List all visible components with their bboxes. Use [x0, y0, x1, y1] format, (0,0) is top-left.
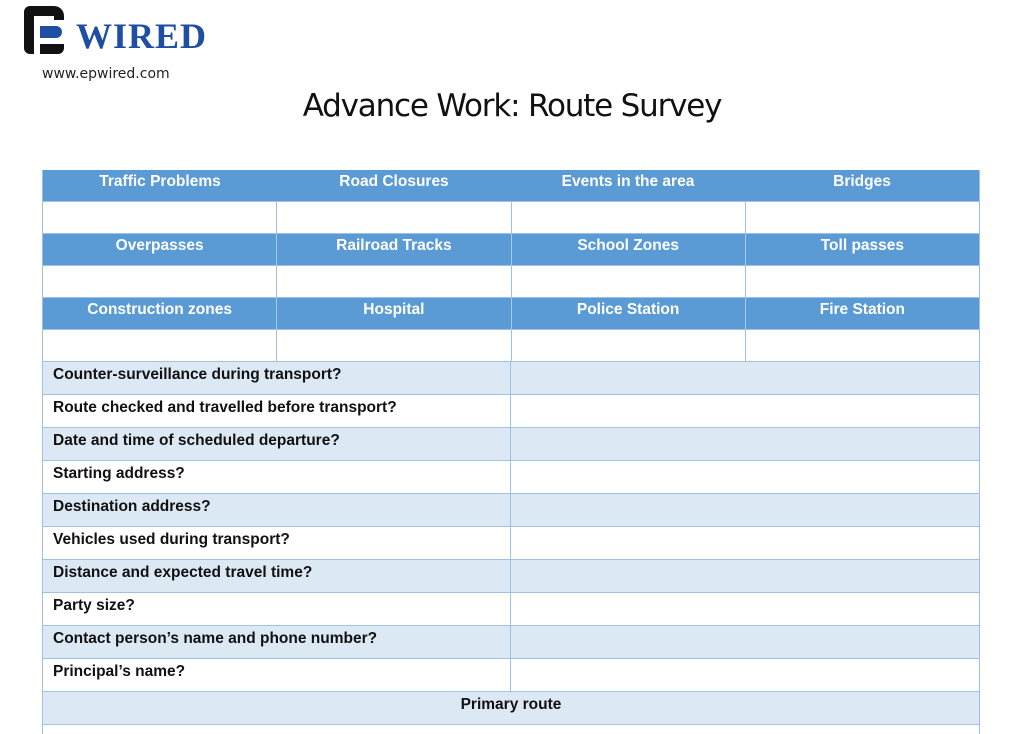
question-label: Principal’s name?: [43, 659, 511, 691]
hospital-field[interactable]: [277, 330, 512, 361]
header-cell-school-zones: School Zones: [512, 234, 746, 265]
route-survey-table: Traffic Problems Road Closures Events in…: [42, 170, 980, 734]
fire-station-field[interactable]: [746, 330, 979, 361]
input-row: [43, 202, 979, 234]
question-label: Starting address?: [43, 461, 511, 493]
header-cell-fire-station: Fire Station: [819, 300, 905, 318]
question-label: Contact person’s name and phone number?: [43, 626, 511, 658]
header-cell-bridges: Bridges: [833, 172, 891, 190]
question-row: Principal’s name?: [43, 659, 979, 692]
header-cell-traffic-problems: Traffic Problems: [99, 172, 221, 190]
epwired-logo-icon: [24, 6, 64, 54]
school-zones-field[interactable]: [512, 266, 746, 297]
primary-route-field[interactable]: [43, 725, 979, 734]
brand-logo: WIRED www.epwired.com: [24, 6, 224, 86]
header-cell-railroad-tracks: Railroad Tracks: [277, 234, 512, 265]
principal-name-answer[interactable]: [511, 659, 979, 691]
header-row: Traffic Problems Road Closures Events in…: [43, 170, 979, 202]
vehicles-answer[interactable]: [511, 527, 979, 559]
header-cell-hospital: Hospital: [277, 298, 512, 329]
question-row: Contact person’s name and phone number?: [43, 626, 979, 659]
input-row: [43, 266, 979, 298]
contact-person-answer[interactable]: [511, 626, 979, 658]
question-row: Destination address?: [43, 494, 979, 527]
question-row: Counter-surveillance during transport?: [43, 362, 979, 395]
distance-time-answer[interactable]: [511, 560, 979, 592]
website-url: www.epwired.com: [42, 66, 170, 82]
question-label: Party size?: [43, 593, 511, 625]
departure-datetime-answer[interactable]: [511, 428, 979, 460]
header-row: Construction zones Hospital Police Stati…: [43, 298, 979, 330]
party-size-answer[interactable]: [511, 593, 979, 625]
input-row: [43, 330, 979, 362]
header-row: Overpasses Railroad Tracks School Zones …: [43, 234, 979, 266]
question-label: Route checked and travelled before trans…: [43, 395, 511, 427]
question-label: Counter-surveillance during transport?: [43, 362, 511, 394]
primary-route-heading: Primary route: [460, 696, 562, 713]
header-cell-toll-passes: Toll passes: [820, 236, 905, 254]
destination-address-answer[interactable]: [511, 494, 979, 526]
starting-address-answer[interactable]: [511, 461, 979, 493]
question-label: Vehicles used during transport?: [43, 527, 511, 559]
page-title: Advance Work: Route Survey: [302, 88, 723, 124]
header-cell-overpasses: Overpasses: [43, 234, 278, 265]
question-row: Date and time of scheduled departure?: [43, 428, 979, 461]
question-label: Distance and expected travel time?: [43, 560, 511, 592]
traffic-problems-field[interactable]: [43, 202, 278, 233]
road-closures-field[interactable]: [277, 202, 512, 233]
primary-route-row: Primary route: [43, 692, 979, 725]
police-station-field[interactable]: [512, 330, 746, 361]
toll-passes-field[interactable]: [746, 266, 979, 297]
railroad-tracks-field[interactable]: [277, 266, 512, 297]
bridges-field[interactable]: [746, 202, 979, 233]
question-row: Distance and expected travel time?: [43, 560, 979, 593]
header-cell-road-closures: Road Closures: [339, 172, 449, 190]
events-field[interactable]: [512, 202, 746, 233]
question-row: Party size?: [43, 593, 979, 626]
logo-wordmark: WIRED: [76, 16, 208, 56]
question-row: Starting address?: [43, 461, 979, 494]
route-checked-answer[interactable]: [511, 395, 979, 427]
header-cell-police-station: Police Station: [512, 298, 746, 329]
counter-surveillance-answer[interactable]: [511, 362, 979, 394]
header-cell-construction-zones: Construction zones: [43, 298, 278, 329]
header-cell-events: Events in the area: [561, 172, 695, 190]
question-row: Vehicles used during transport?: [43, 527, 979, 560]
question-label: Date and time of scheduled departure?: [43, 428, 511, 460]
overpasses-field[interactable]: [43, 266, 278, 297]
question-label: Destination address?: [43, 494, 511, 526]
construction-zones-field[interactable]: [43, 330, 278, 361]
question-row: Route checked and travelled before trans…: [43, 395, 979, 428]
